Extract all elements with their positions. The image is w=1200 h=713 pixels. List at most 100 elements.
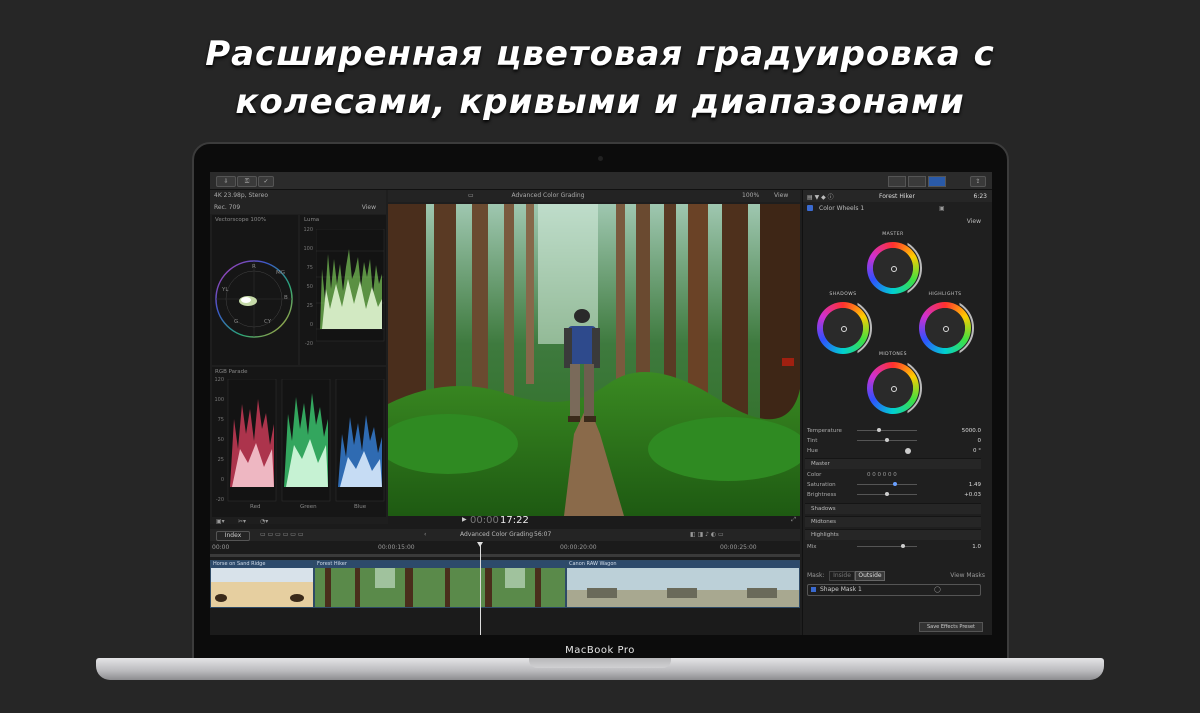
view-masks-toggle[interactable]: View Masks [950,572,985,579]
section-highlights[interactable]: Highlights [805,529,981,540]
timeline-tools-icons[interactable]: ◧ ◨ ♪ ◐ ▭ [690,531,724,538]
vector-mark-cy: CY [264,319,272,325]
headline-line-1: Расширенная цветовая градуировка с [0,34,1200,74]
keyword-icon[interactable]: ⚿ [237,176,257,187]
section-midtones[interactable]: Midtones [805,516,981,527]
clip-appearance-icons[interactable]: ▭ ▭ ▭ ▭ ▭ ▭ [260,531,304,538]
headline-line-2: колесами, кривыми и диапазонами [235,82,965,122]
clip-horse-on-sand-ridge[interactable]: Horse on Sand Ridge [210,560,314,608]
ruler-mark-0: 00:00 [212,544,230,551]
save-effects-preset-button[interactable]: Save Effects Preset [919,622,983,632]
format-info: 4K 23.98p, Stereo [214,192,269,199]
wheel-center-puck[interactable] [841,326,847,332]
wheel-center-puck[interactable] [891,386,897,392]
highlights-color-wheel[interactable] [919,299,974,357]
axis-tick: 100 [214,397,224,403]
axis-tick: 120 [214,377,224,383]
app-screen: ⇩ ⚿ ✓ ⇪ 4K 23.98p, Stereo Rec. 709 View … [210,172,992,635]
play-icon[interactable]: ▶ [462,516,467,523]
axis-tick: 50 [217,437,224,443]
playhead[interactable] [480,542,481,635]
temperature-slider[interactable] [857,428,917,432]
index-button[interactable]: Index [216,531,250,541]
clip-canon-raw-wagon[interactable]: Canon RAW Wagon [566,560,800,608]
section-master[interactable]: Master [805,458,981,469]
inspector-view-menu[interactable]: View [967,218,981,225]
section-shadows[interactable]: Shadows [805,503,981,514]
inspector-header: ▤ ▼ ◆ ⓘ Forest Hiker 6:23 [803,190,992,202]
shape-mask-checkbox[interactable] [811,587,816,592]
viewer-zoom-menu[interactable]: 100% [742,190,759,202]
axis-tick: 0 [309,322,313,328]
browser-layout-icon[interactable] [888,176,906,187]
shape-mask-name: Shape Mask 1 [820,586,862,593]
fullscreen-icon[interactable]: ⤢ [791,516,796,524]
effect-selector-row: Color Wheels 1 ▣ [805,204,991,214]
master-saturation-row: Saturation 1.49 [807,482,981,488]
inspector-tabs-icons[interactable]: ▤ ▼ ◆ ⓘ [807,192,834,201]
laptop-brand-label: MacBook Pro [565,645,635,656]
wheel-label-shadows: SHADOWS [829,292,857,297]
viewer-title: Advanced Color Grading [511,192,585,199]
share-icon[interactable]: ⇪ [970,176,986,187]
effect-mask-icon[interactable]: ▣ [939,205,945,212]
parade-red-label: Red [250,504,261,510]
back-arrow-icon[interactable]: ‹ [424,531,426,538]
inspector-panel: ▤ ▼ ◆ ⓘ Forest Hiker 6:23 Color Wheels 1… [802,190,992,635]
mask-outside-toggle[interactable]: Outside [855,571,885,581]
check-icon[interactable]: ✓ [258,176,274,187]
param-tint: Tint 0 [807,438,981,444]
rgb-parade-panel: RGB Parade 120 100 75 50 25 0 -20 Red Green Bl… [212,367,386,517]
video-viewer[interactable] [388,204,800,516]
inspector-duration: 6:23 [973,193,987,200]
inspector-layout-icon[interactable] [928,176,946,187]
clip-title: Canon RAW Wagon [567,561,799,568]
ruler-mark-15: 00:00:15:00 [378,544,415,551]
axis-tick: 100 [303,246,313,252]
timeline-ruler: 00:00 00:00:15:00 00:00:20:00 00:00:25:0… [210,544,800,552]
mask-label: Mask: [807,572,825,579]
brightness-slider[interactable] [857,492,917,496]
headline-cap-letter: Р [205,34,232,74]
axis-tick: 75 [217,417,224,423]
timeline-project-duration: 56:07 [534,531,552,538]
wheel-label-master: MASTER [882,232,904,237]
hue-dial-icon[interactable] [905,448,911,454]
master-color-wheel[interactable] [867,239,922,297]
clip-title: Forest Hiker [315,561,565,568]
mask-inside-toggle[interactable]: Inside [829,571,855,581]
tint-slider[interactable] [857,438,917,442]
forest-hiker-frame [388,204,800,516]
import-icon[interactable]: ⇩ [216,176,236,187]
wheel-center-puck[interactable] [943,326,949,332]
luma-label: Luma [304,217,320,223]
shadows-color-wheel[interactable] [817,299,872,357]
vector-mark-mg: MG [276,270,286,276]
vector-mark-g: G [234,319,239,325]
wheel-center-puck[interactable] [891,266,897,272]
viewer-view-menu[interactable]: View [774,190,788,202]
clip-forest-hiker[interactable]: Forest Hiker [314,560,566,608]
parade-blue-label: Blue [354,504,367,510]
camera-dot [598,156,603,161]
axis-tick: 75 [306,265,313,271]
viewer-header: ▭ Advanced Color Grading 100% View [388,190,800,202]
scope-view-menu[interactable]: View [362,202,376,214]
app-toolbar: ⇩ ⚿ ✓ ⇪ [210,172,992,190]
mix-slider[interactable] [857,544,917,548]
timeline-layout-icon[interactable] [908,176,926,187]
mask-row: Mask: Inside Outside View Masks [805,571,991,581]
effect-enable-checkbox[interactable] [807,205,813,211]
parade-green-label: Green [300,504,317,510]
saturation-slider[interactable] [857,482,917,486]
axis-tick: 120 [303,227,313,233]
effect-name-menu[interactable]: Color Wheels 1 [819,205,864,212]
axis-tick: 0 [220,477,224,483]
shape-mask-icon[interactable]: ◯ [934,586,941,593]
headline-line-1-text: асширенная цветовая градуировка с [231,34,995,74]
parade-label: RGB Parade [215,369,248,375]
axis-tick: -20 [304,341,313,347]
midtones-color-wheel[interactable] [867,359,922,417]
viewer-overlay-marker[interactable] [782,358,794,366]
shape-mask-row[interactable]: Shape Mask 1 ◯ [807,584,981,596]
